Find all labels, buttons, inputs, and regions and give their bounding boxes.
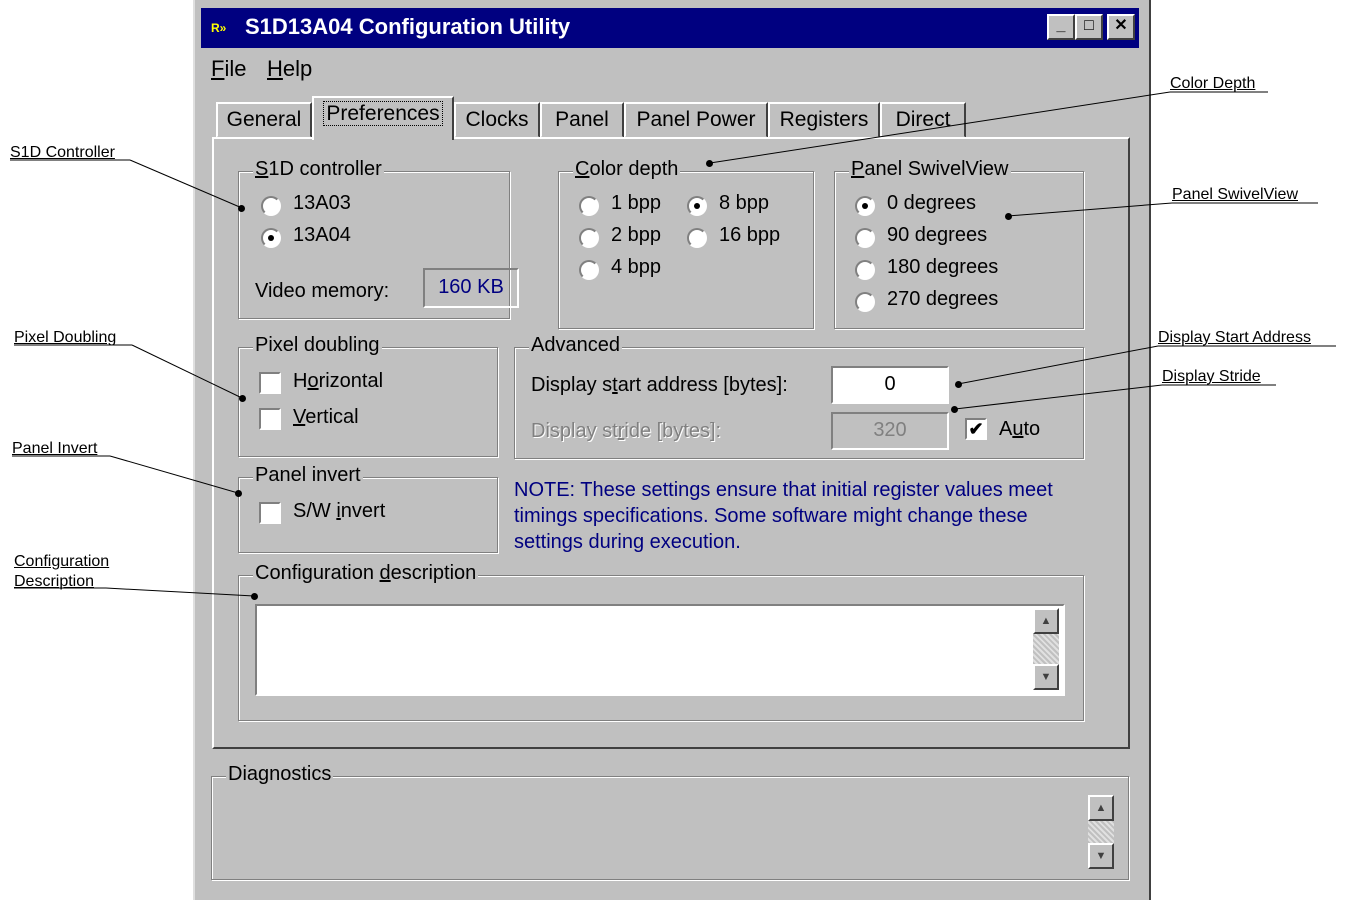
tab-preferences[interactable]: Preferences <box>312 96 454 140</box>
callout-dot-pixel <box>239 395 246 402</box>
swivelview-legend: Panel SwivelView <box>849 158 1011 181</box>
radio-4bpp[interactable] <box>579 260 599 280</box>
radio-90-degrees-label: 90 degrees <box>887 224 988 246</box>
callout-dot-swivel <box>1005 213 1012 220</box>
panel-invert-legend: Panel invert <box>253 464 363 487</box>
app-icon: R» <box>211 21 227 35</box>
sw-invert-checkbox[interactable] <box>259 502 281 524</box>
diagnostics-scroll-track[interactable] <box>1088 821 1114 843</box>
radio-1bpp[interactable] <box>579 196 599 216</box>
diagnostics-scroll-down-icon[interactable]: ▼ <box>1088 843 1114 869</box>
callout-display-start: Display Start Address <box>1158 329 1311 346</box>
config-desc-scroll-up-icon[interactable]: ▲ <box>1033 608 1059 634</box>
callout-dot-invert <box>235 490 242 497</box>
settings-note: NOTE: These settings ensure that initial… <box>514 479 1053 553</box>
radio-180-degrees[interactable] <box>855 260 875 280</box>
tab-general[interactable]: General <box>216 102 312 138</box>
video-memory-value: 160 KB <box>423 268 519 308</box>
auto-checkbox[interactable]: ✔ <box>965 418 987 440</box>
config-desc-scroll-down-icon[interactable]: ▼ <box>1033 664 1059 690</box>
display-start-label: Display start address [bytes]: <box>531 374 788 396</box>
swivelview-group: Panel SwivelView 0 degrees 90 degrees 18… <box>834 158 1084 329</box>
maximize-icon[interactable]: □ <box>1075 14 1103 40</box>
callout-s1d-controller: S1D Controller <box>10 144 115 161</box>
window-title: S1D13A04 Configuration Utility <box>245 14 571 39</box>
vertical-checkbox[interactable] <box>259 408 281 430</box>
radio-8bpp[interactable] <box>687 196 707 216</box>
display-start-input[interactable]: 0 <box>831 366 949 404</box>
callout-dot-color <box>706 160 713 167</box>
diagnostics-legend: Diagnostics <box>226 763 334 786</box>
horizontal-checkbox[interactable] <box>259 372 281 394</box>
diagnostics-group: Diagnostics ▲ ▼ <box>211 763 1129 880</box>
title-bar: R» S1D13A04 Configuration Utility _ □ ✕ <box>201 8 1139 48</box>
radio-13a04[interactable] <box>261 228 281 248</box>
minimize-icon[interactable]: _ <box>1047 14 1075 40</box>
tab-registers[interactable]: Registers <box>768 102 880 138</box>
callout-panel-swivelview: Panel SwivelView <box>1172 186 1298 203</box>
s1d-controller-legend: S1D controller <box>253 158 384 181</box>
callout-display-stride: Display Stride <box>1162 368 1261 385</box>
config-desc-textarea[interactable] <box>255 604 1065 696</box>
radio-2bpp-label: 2 bpp <box>611 224 662 246</box>
config-utility-window: R» S1D13A04 Configuration Utility _ □ ✕ … <box>193 0 1151 900</box>
radio-13a03-label: 13A03 <box>293 192 351 214</box>
tab-panel-power[interactable]: Panel Power <box>624 102 768 138</box>
radio-0-degrees-label: 0 degrees <box>887 192 976 214</box>
radio-4bpp-label: 4 bpp <box>611 256 662 278</box>
radio-180-degrees-label: 180 degrees <box>887 256 999 278</box>
vertical-label: Vertical <box>293 406 359 428</box>
tab-direct[interactable]: Direct <box>880 102 966 138</box>
callout-config-desc: Configuration Description <box>14 553 110 590</box>
radio-13a03[interactable] <box>261 196 281 216</box>
callout-color-depth: Color Depth <box>1170 75 1256 92</box>
display-stride-label: Display stride [bytes]: <box>531 420 722 442</box>
close-icon[interactable]: ✕ <box>1107 14 1135 40</box>
preferences-panel: S1D controller 13A03 13A04 Video memory:… <box>212 137 1130 749</box>
diagnostics-scroll-up-icon[interactable]: ▲ <box>1088 795 1114 821</box>
radio-2bpp[interactable] <box>579 228 599 248</box>
auto-label: Auto <box>999 418 1041 440</box>
advanced-group: Advanced Display start address [bytes]: … <box>514 334 1084 459</box>
callout-dot-start <box>955 381 962 388</box>
callout-dot-config <box>251 593 258 600</box>
video-memory-label: Video memory: <box>255 280 390 302</box>
tab-panel[interactable]: Panel <box>540 102 624 138</box>
radio-8bpp-label: 8 bpp <box>719 192 770 214</box>
config-desc-scroll-track[interactable] <box>1033 634 1059 664</box>
radio-13a04-label: 13A04 <box>293 224 351 246</box>
radio-16bpp-label: 16 bpp <box>719 224 781 246</box>
callout-panel-invert: Panel Invert <box>12 440 98 457</box>
color-depth-group: Color depth 1 bpp 8 bpp 2 bpp 16 bpp 4 b… <box>558 158 814 329</box>
display-stride-input: 320 <box>831 412 949 450</box>
radio-270-degrees-label: 270 degrees <box>887 288 999 310</box>
horizontal-label: Horizontal <box>293 370 384 392</box>
callout-dot-stride <box>951 406 958 413</box>
radio-270-degrees[interactable] <box>855 292 875 312</box>
sw-invert-label: S/W invert <box>293 500 386 522</box>
s1d-controller-group: S1D controller 13A03 13A04 Video memory:… <box>238 158 519 319</box>
pixel-doubling-group: Pixel doubling Horizontal Vertical <box>238 334 498 457</box>
config-desc-group: Configuration description ▲ ▼ <box>238 562 1084 721</box>
menu-file[interactable]: File <box>211 56 246 82</box>
tab-clocks[interactable]: Clocks <box>454 102 540 138</box>
pixel-doubling-legend: Pixel doubling <box>253 334 382 357</box>
radio-16bpp[interactable] <box>687 228 707 248</box>
radio-90-degrees[interactable] <box>855 228 875 248</box>
panel-invert-group: Panel invert S/W invert <box>238 464 498 553</box>
callout-dot-s1d <box>238 205 245 212</box>
advanced-legend: Advanced <box>529 334 622 357</box>
color-depth-legend: Color depth <box>573 158 681 181</box>
config-desc-legend: Configuration description <box>253 562 479 585</box>
menu-help[interactable]: Help <box>267 56 312 82</box>
radio-1bpp-label: 1 bpp <box>611 192 662 214</box>
callout-pixel-doubling: Pixel Doubling <box>14 329 117 346</box>
radio-0-degrees[interactable] <box>855 196 875 216</box>
